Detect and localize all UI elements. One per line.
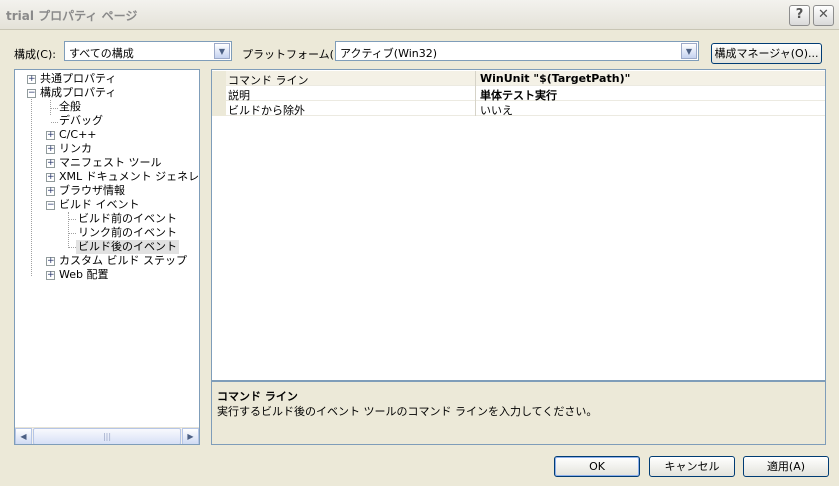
column-separator [475,101,476,116]
platform-label: プラットフォーム(P): [242,48,349,61]
expand-icon[interactable]: + [46,145,55,154]
tree-item-label: リンカ [59,142,92,155]
tree-item-build-events[interactable]: − ビルド イベント [15,198,199,212]
cancel-button[interactable]: キャンセル [649,456,735,477]
property-tree[interactable]: + 共通プロパティ − 構成プロパティ 全般 デバッグ + C/C++ + リン… [14,69,200,445]
tree-item-configuration-properties[interactable]: − 構成プロパティ [15,86,199,100]
expand-icon[interactable]: + [46,187,55,196]
grid-row-excluded-from-build[interactable]: ビルドから除外 いいえ [212,101,825,118]
property-value[interactable]: いいえ [480,102,513,118]
tree-item-c-cpp[interactable]: + C/C++ [15,128,199,142]
tree-item-label: C/C++ [59,128,97,141]
title-bar: trial プロパティ ページ ? ✕ [0,0,839,30]
collapse-icon[interactable]: − [27,89,36,98]
tree-item-label: XML ドキュメント ジェネレータ [59,170,200,183]
property-grid[interactable]: コマンド ライン WinUnit "$(TargetPath)" 説明 単体テス… [211,69,826,381]
description-panel: コマンド ライン 実行するビルド後のイベント ツールのコマンド ラインを入力して… [211,381,826,445]
scroll-thumb[interactable]: ||| [33,428,181,444]
expand-icon[interactable]: + [46,271,55,280]
description-title: コマンド ライン [217,390,298,403]
tree-item-label: マニフェスト ツール [59,156,162,169]
expand-icon[interactable]: + [46,173,55,182]
tree-item-label: ビルド後のイベント [76,240,179,254]
ok-button[interactable]: OK [554,456,640,477]
grid-gutter [212,101,226,116]
configuration-value: すべての構成 [69,47,134,60]
grid-gutter [212,71,226,86]
close-icon[interactable]: ✕ [813,5,834,26]
tree-item-browse-info[interactable]: + ブラウザ情報 [15,184,199,198]
property-value[interactable]: WinUnit "$(TargetPath)" [480,72,630,85]
tree-item-label: カスタム ビルド ステップ [59,254,187,267]
horizontal-scrollbar[interactable]: ◀ ||| ▶ [15,427,199,444]
chevron-down-icon[interactable]: ▼ [214,43,230,59]
column-separator [475,86,476,101]
description-text: 実行するビルド後のイベント ツールのコマンド ラインを入力してください。 [217,405,598,418]
configuration-dropdown[interactable]: すべての構成 ▼ [64,41,232,61]
tree-item-label: 共通プロパティ [40,72,117,85]
scroll-left-icon[interactable]: ◀ [15,428,32,444]
tree-item-label: ビルド イベント [59,198,140,211]
grid-row-command-line[interactable]: コマンド ライン WinUnit "$(TargetPath)" [212,71,825,87]
collapse-icon[interactable]: − [46,201,55,210]
platform-dropdown[interactable]: アクティブ(Win32) ▼ [335,41,699,61]
tree-item-label: デバッグ [59,114,103,127]
expand-icon[interactable]: + [27,75,36,84]
tree-item-post-build-event[interactable]: ビルド後のイベント [15,240,199,254]
tree-item-general[interactable]: 全般 [15,100,199,114]
apply-button[interactable]: 適用(A) [743,456,829,477]
config-manager-button[interactable]: 構成マネージャ(O)... [711,43,822,64]
tree-item-manifest-tool[interactable]: + マニフェスト ツール [15,156,199,170]
tree-item-label: リンク前のイベント [78,226,177,239]
tree-item-label: ブラウザ情報 [59,184,125,197]
grid-gutter [212,86,226,101]
tree-item-label: 全般 [59,100,81,113]
platform-value: アクティブ(Win32) [340,47,438,60]
tree-item-label: ビルド前のイベント [78,212,177,225]
expand-icon[interactable]: + [46,131,55,140]
tree-item-common-properties[interactable]: + 共通プロパティ [15,72,199,86]
configuration-label: 構成(C): [14,48,56,61]
tree-item-web-deployment[interactable]: + Web 配置 [15,268,199,282]
help-icon[interactable]: ? [789,5,810,26]
expand-icon[interactable]: + [46,257,55,266]
tree-item-debugging[interactable]: デバッグ [15,114,199,128]
grid-row-description[interactable]: 説明 単体テスト実行 [212,86,825,102]
tree-item-pre-link-event[interactable]: リンク前のイベント [15,226,199,240]
scroll-right-icon[interactable]: ▶ [182,428,199,444]
chevron-down-icon[interactable]: ▼ [681,43,697,59]
tree-item-xml-doc-generator[interactable]: + XML ドキュメント ジェネレータ [15,170,199,184]
tree-item-pre-build-event[interactable]: ビルド前のイベント [15,212,199,226]
property-name: ビルドから除外 [228,104,305,117]
tree-item-label: 構成プロパティ [40,86,117,99]
expand-icon[interactable]: + [46,159,55,168]
tree-item-label: Web 配置 [59,268,109,281]
tree-item-linker[interactable]: + リンカ [15,142,199,156]
column-separator [475,71,476,86]
window-title: trial プロパティ ページ [6,9,138,23]
tree-item-custom-build-step[interactable]: + カスタム ビルド ステップ [15,254,199,268]
